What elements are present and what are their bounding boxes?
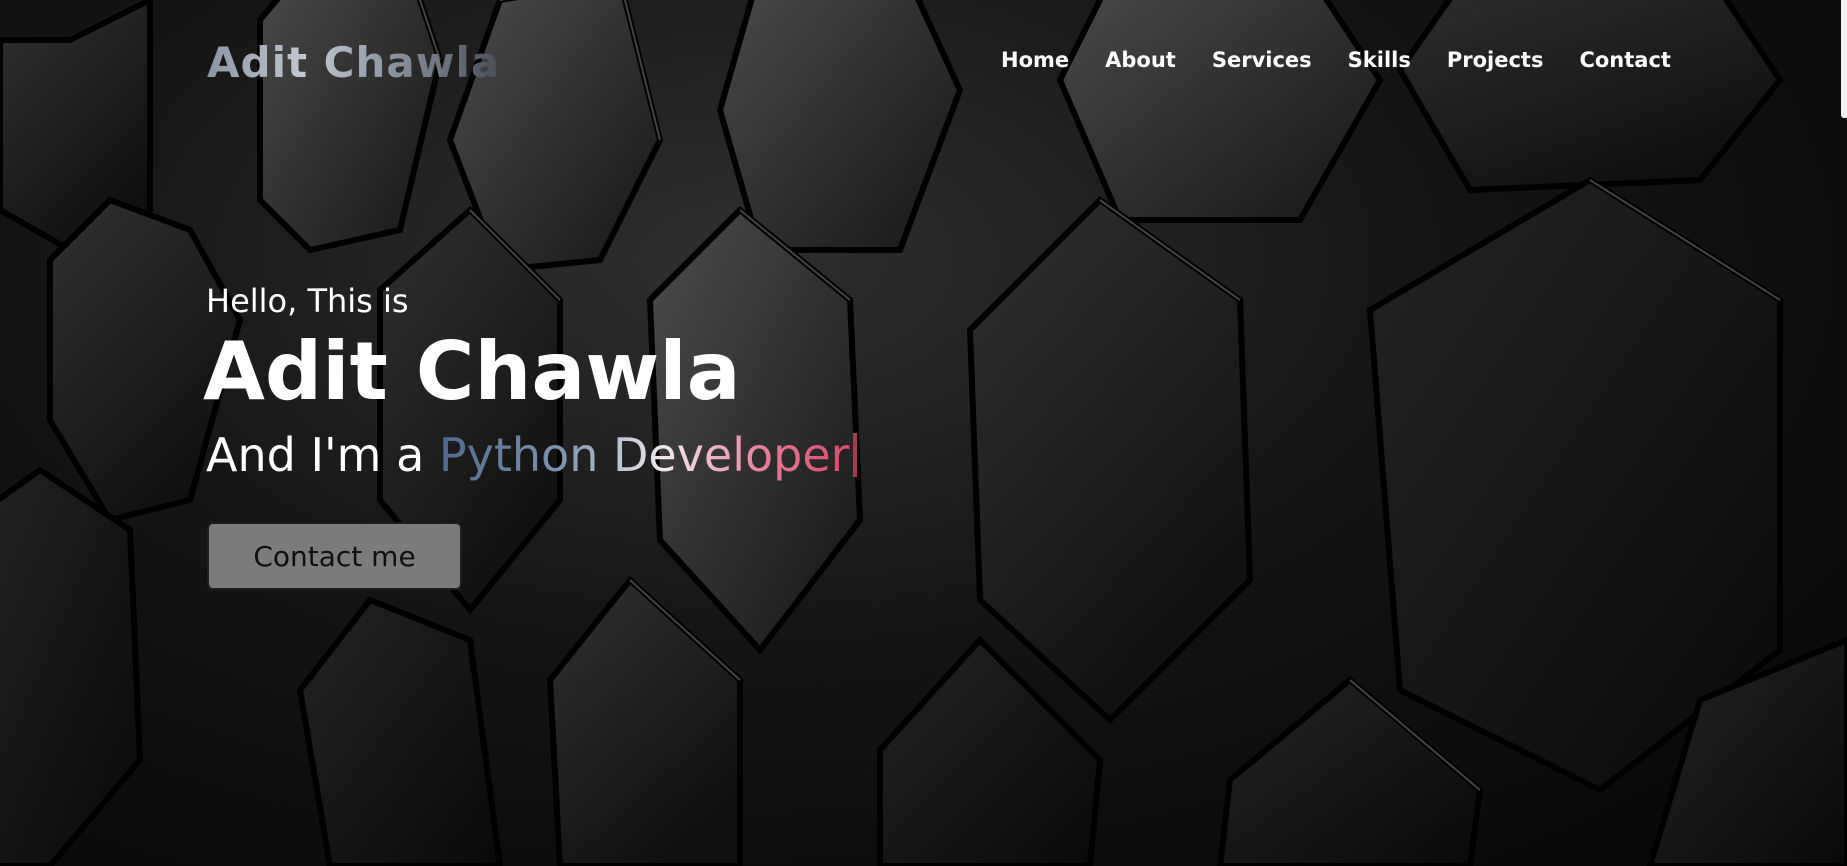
contact-me-button[interactable]: Contact me bbox=[207, 522, 462, 590]
role-prefix: And I'm a bbox=[206, 428, 439, 482]
nav-skills-link[interactable]: Skills bbox=[1348, 48, 1411, 72]
nav-about-link[interactable]: About bbox=[1105, 48, 1176, 72]
nav-menu: Home About Services Skills Projects Cont… bbox=[1001, 48, 1671, 72]
nav-home-link[interactable]: Home bbox=[1001, 48, 1069, 72]
nav-services-link[interactable]: Services bbox=[1212, 48, 1312, 72]
typed-role-text: Python Developer bbox=[438, 428, 850, 482]
nav-projects-link[interactable]: Projects bbox=[1447, 48, 1544, 72]
site-logo[interactable]: Adit Chawla bbox=[207, 38, 500, 87]
hero-section: Adit Chawla Home About Services Skills P… bbox=[0, 0, 1847, 866]
typing-cursor bbox=[852, 433, 857, 477]
hero-name: Adit Chawla bbox=[203, 325, 741, 418]
hero-intro: Hello, This is Adit Chawla And I'm a Pyt… bbox=[203, 282, 857, 482]
hero-role-line: And I'm a Python Developer bbox=[206, 428, 857, 482]
navbar: Adit Chawla Home About Services Skills P… bbox=[0, 0, 1847, 126]
hero-greeting: Hello, This is bbox=[206, 282, 409, 320]
nav-contact-link[interactable]: Contact bbox=[1579, 48, 1671, 72]
